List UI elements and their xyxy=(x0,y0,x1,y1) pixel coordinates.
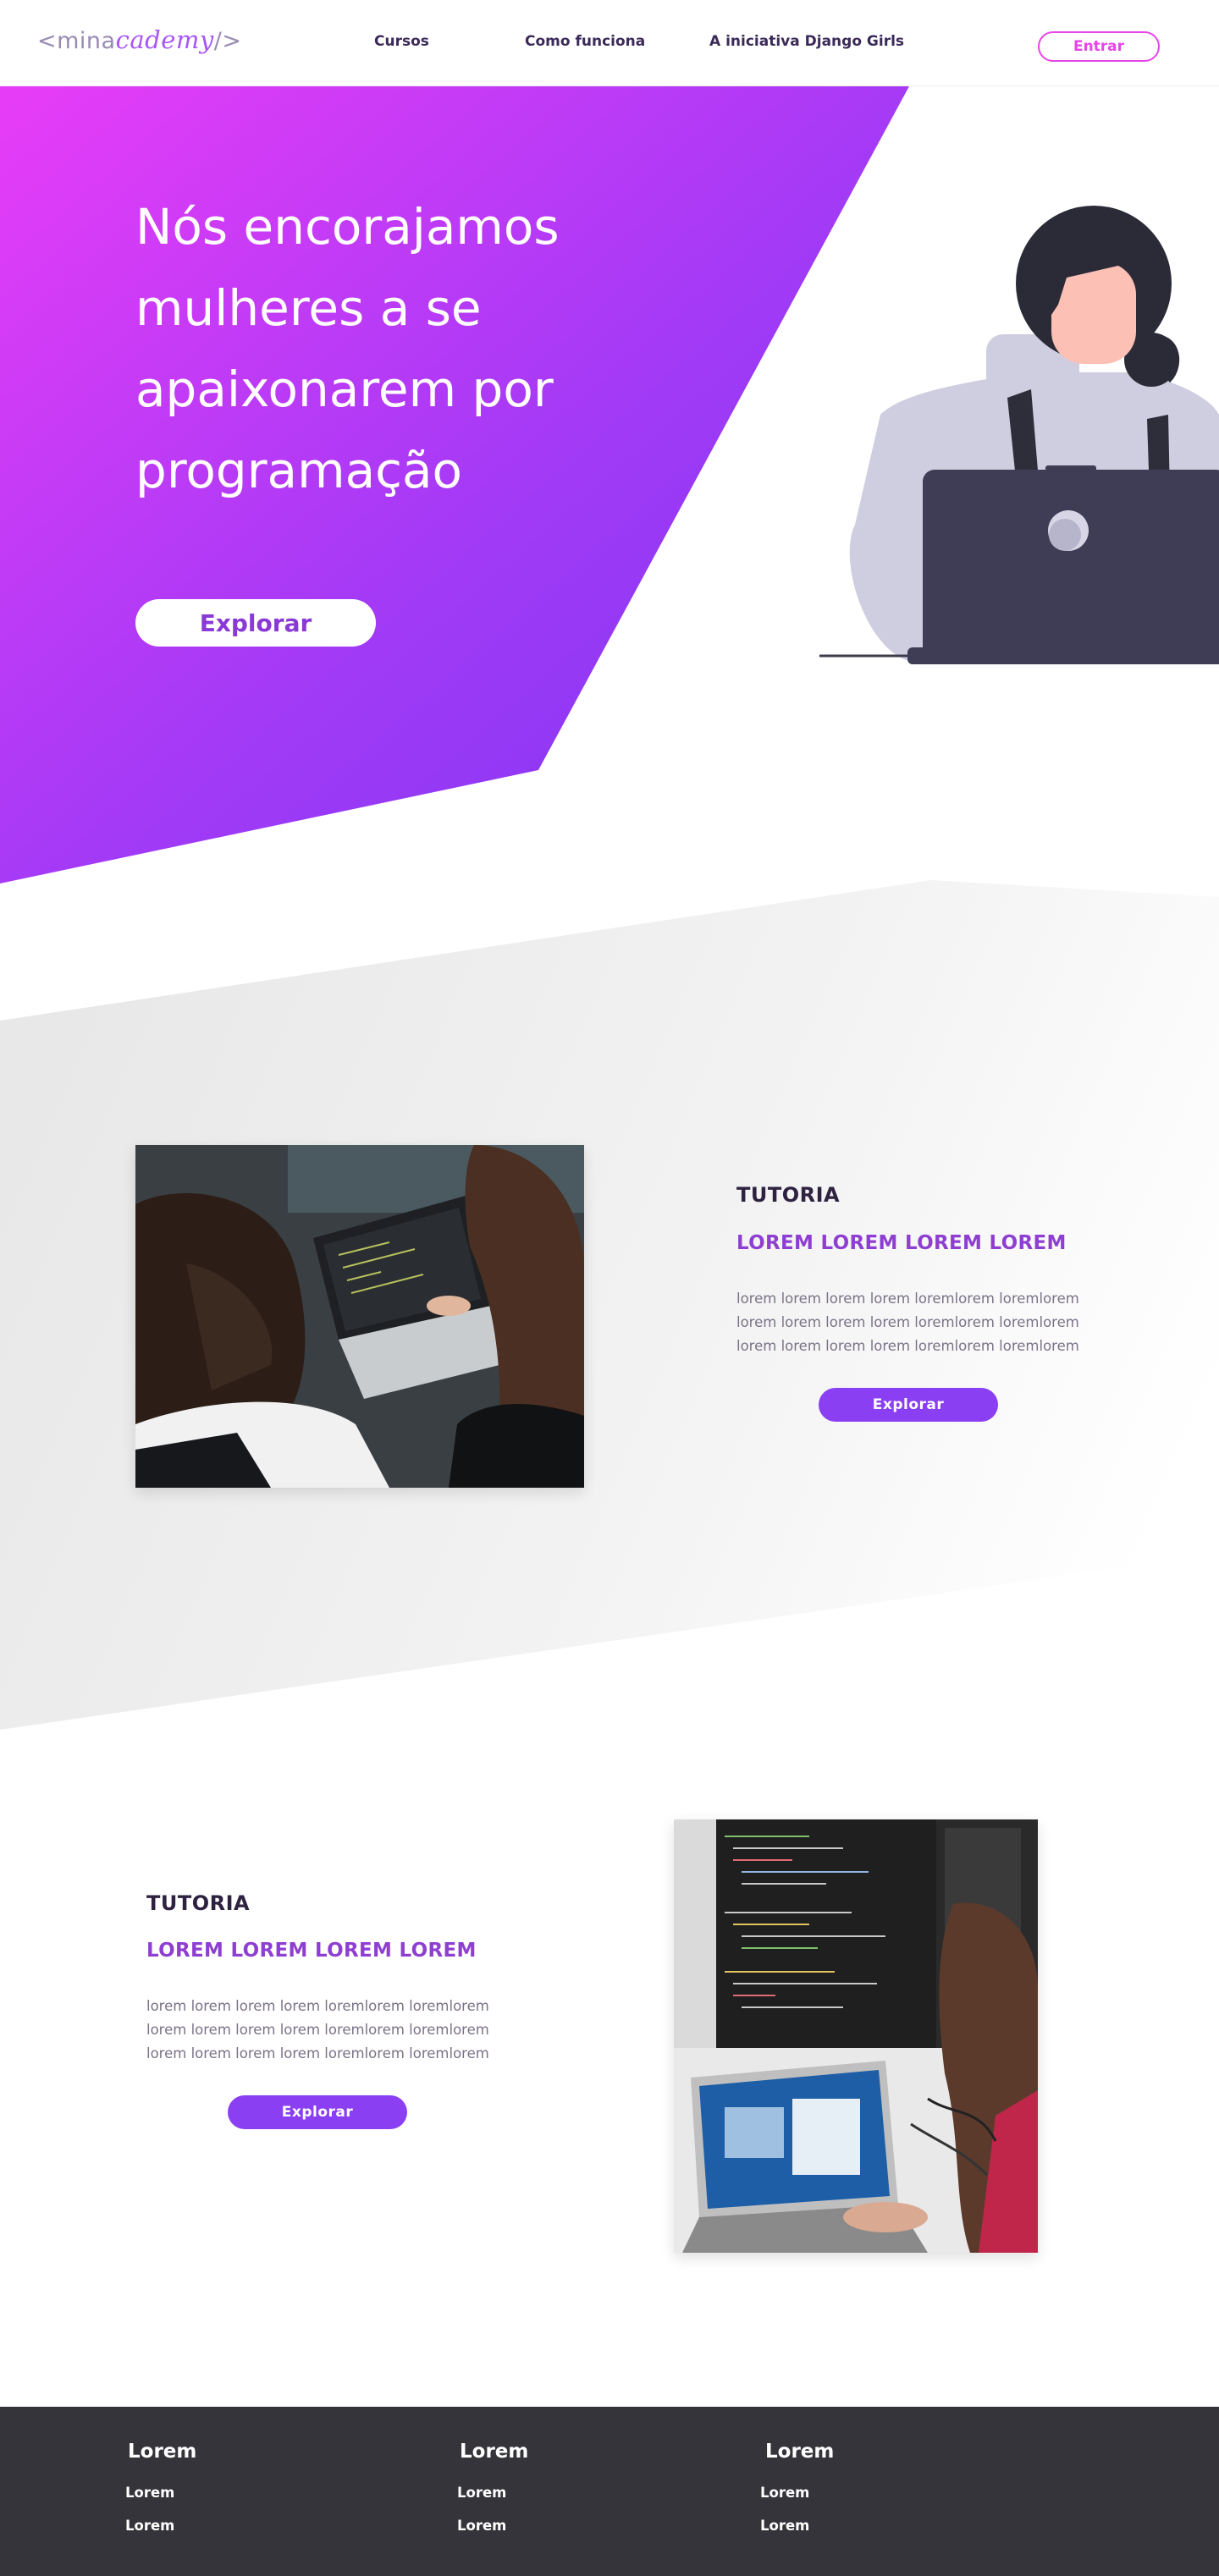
login-button[interactable]: Entrar xyxy=(1038,31,1160,62)
section-text-line: lorem lorem lorem lorem loremlorem lorem… xyxy=(146,2022,489,2038)
hero-title-line: programação xyxy=(135,442,463,499)
section-text: lorem lorem lorem lorem loremlorem lorem… xyxy=(146,1995,502,2066)
hero-title-line: mulheres a se xyxy=(135,279,482,337)
site-header: <minacademy/> Cursos Como funciona A ini… xyxy=(0,0,1219,86)
section-explore-button[interactable]: Explorar xyxy=(819,1388,998,1422)
nav-link-django-girls[interactable]: A iniciativa Django Girls xyxy=(709,33,904,50)
coding-photo-screens xyxy=(674,1819,1038,2253)
section-heading: LOREM LOREM LOREM LOREM xyxy=(736,1232,1067,1254)
section-heading: LOREM LOREM LOREM LOREM xyxy=(146,1940,477,1962)
hero-title: Nós encorajamos mulheres a se apaixonare… xyxy=(135,186,643,511)
logo-prefix: <mina xyxy=(37,28,116,54)
footer-link[interactable]: Lorem xyxy=(457,2518,506,2534)
logo-suffix: /> xyxy=(213,28,242,54)
footer-link[interactable]: Lorem xyxy=(457,2485,506,2501)
section-text-line: lorem lorem lorem lorem loremlorem lorem… xyxy=(736,1338,1079,1354)
footer-link[interactable]: Lorem xyxy=(125,2518,174,2534)
logo-name: cademy xyxy=(115,25,214,54)
section-text-line: lorem lorem lorem lorem loremlorem lorem… xyxy=(146,1998,489,2014)
footer-column-title: Lorem xyxy=(460,2441,529,2463)
nav-link-como-funciona[interactable]: Como funciona xyxy=(525,33,645,50)
logo[interactable]: <minacademy/> xyxy=(37,25,241,54)
section-text-line: lorem lorem lorem lorem loremlorem lorem… xyxy=(146,2045,489,2061)
section-text: lorem lorem lorem lorem loremlorem lorem… xyxy=(736,1287,1092,1358)
tutoring-photo-laptop xyxy=(135,1145,584,1488)
woman-laptop-illustration xyxy=(819,206,1219,664)
footer-link[interactable]: Lorem xyxy=(760,2485,809,2501)
nav-link-cursos[interactable]: Cursos xyxy=(374,33,429,50)
section-text-line: lorem lorem lorem lorem loremlorem lorem… xyxy=(736,1291,1079,1307)
footer-link[interactable]: Lorem xyxy=(125,2485,174,2501)
section-label: TUTORIA xyxy=(146,1891,251,1915)
hero-explore-button[interactable]: Explorar xyxy=(135,599,376,647)
hero-title-line: apaixonarem por xyxy=(135,361,554,418)
footer-link[interactable]: Lorem xyxy=(760,2518,809,2534)
footer-column-title: Lorem xyxy=(765,2441,835,2463)
site-footer: Lorem Lorem Lorem Lorem Lorem Lorem Lore… xyxy=(0,2407,1219,2576)
section-text-line: lorem lorem lorem lorem loremlorem lorem… xyxy=(736,1314,1079,1330)
footer-column-title: Lorem xyxy=(128,2441,197,2463)
section-explore-button[interactable]: Explorar xyxy=(228,2095,407,2129)
hero-title-line: Nós encorajamos xyxy=(135,198,560,256)
section-label: TUTORIA xyxy=(736,1183,841,1207)
